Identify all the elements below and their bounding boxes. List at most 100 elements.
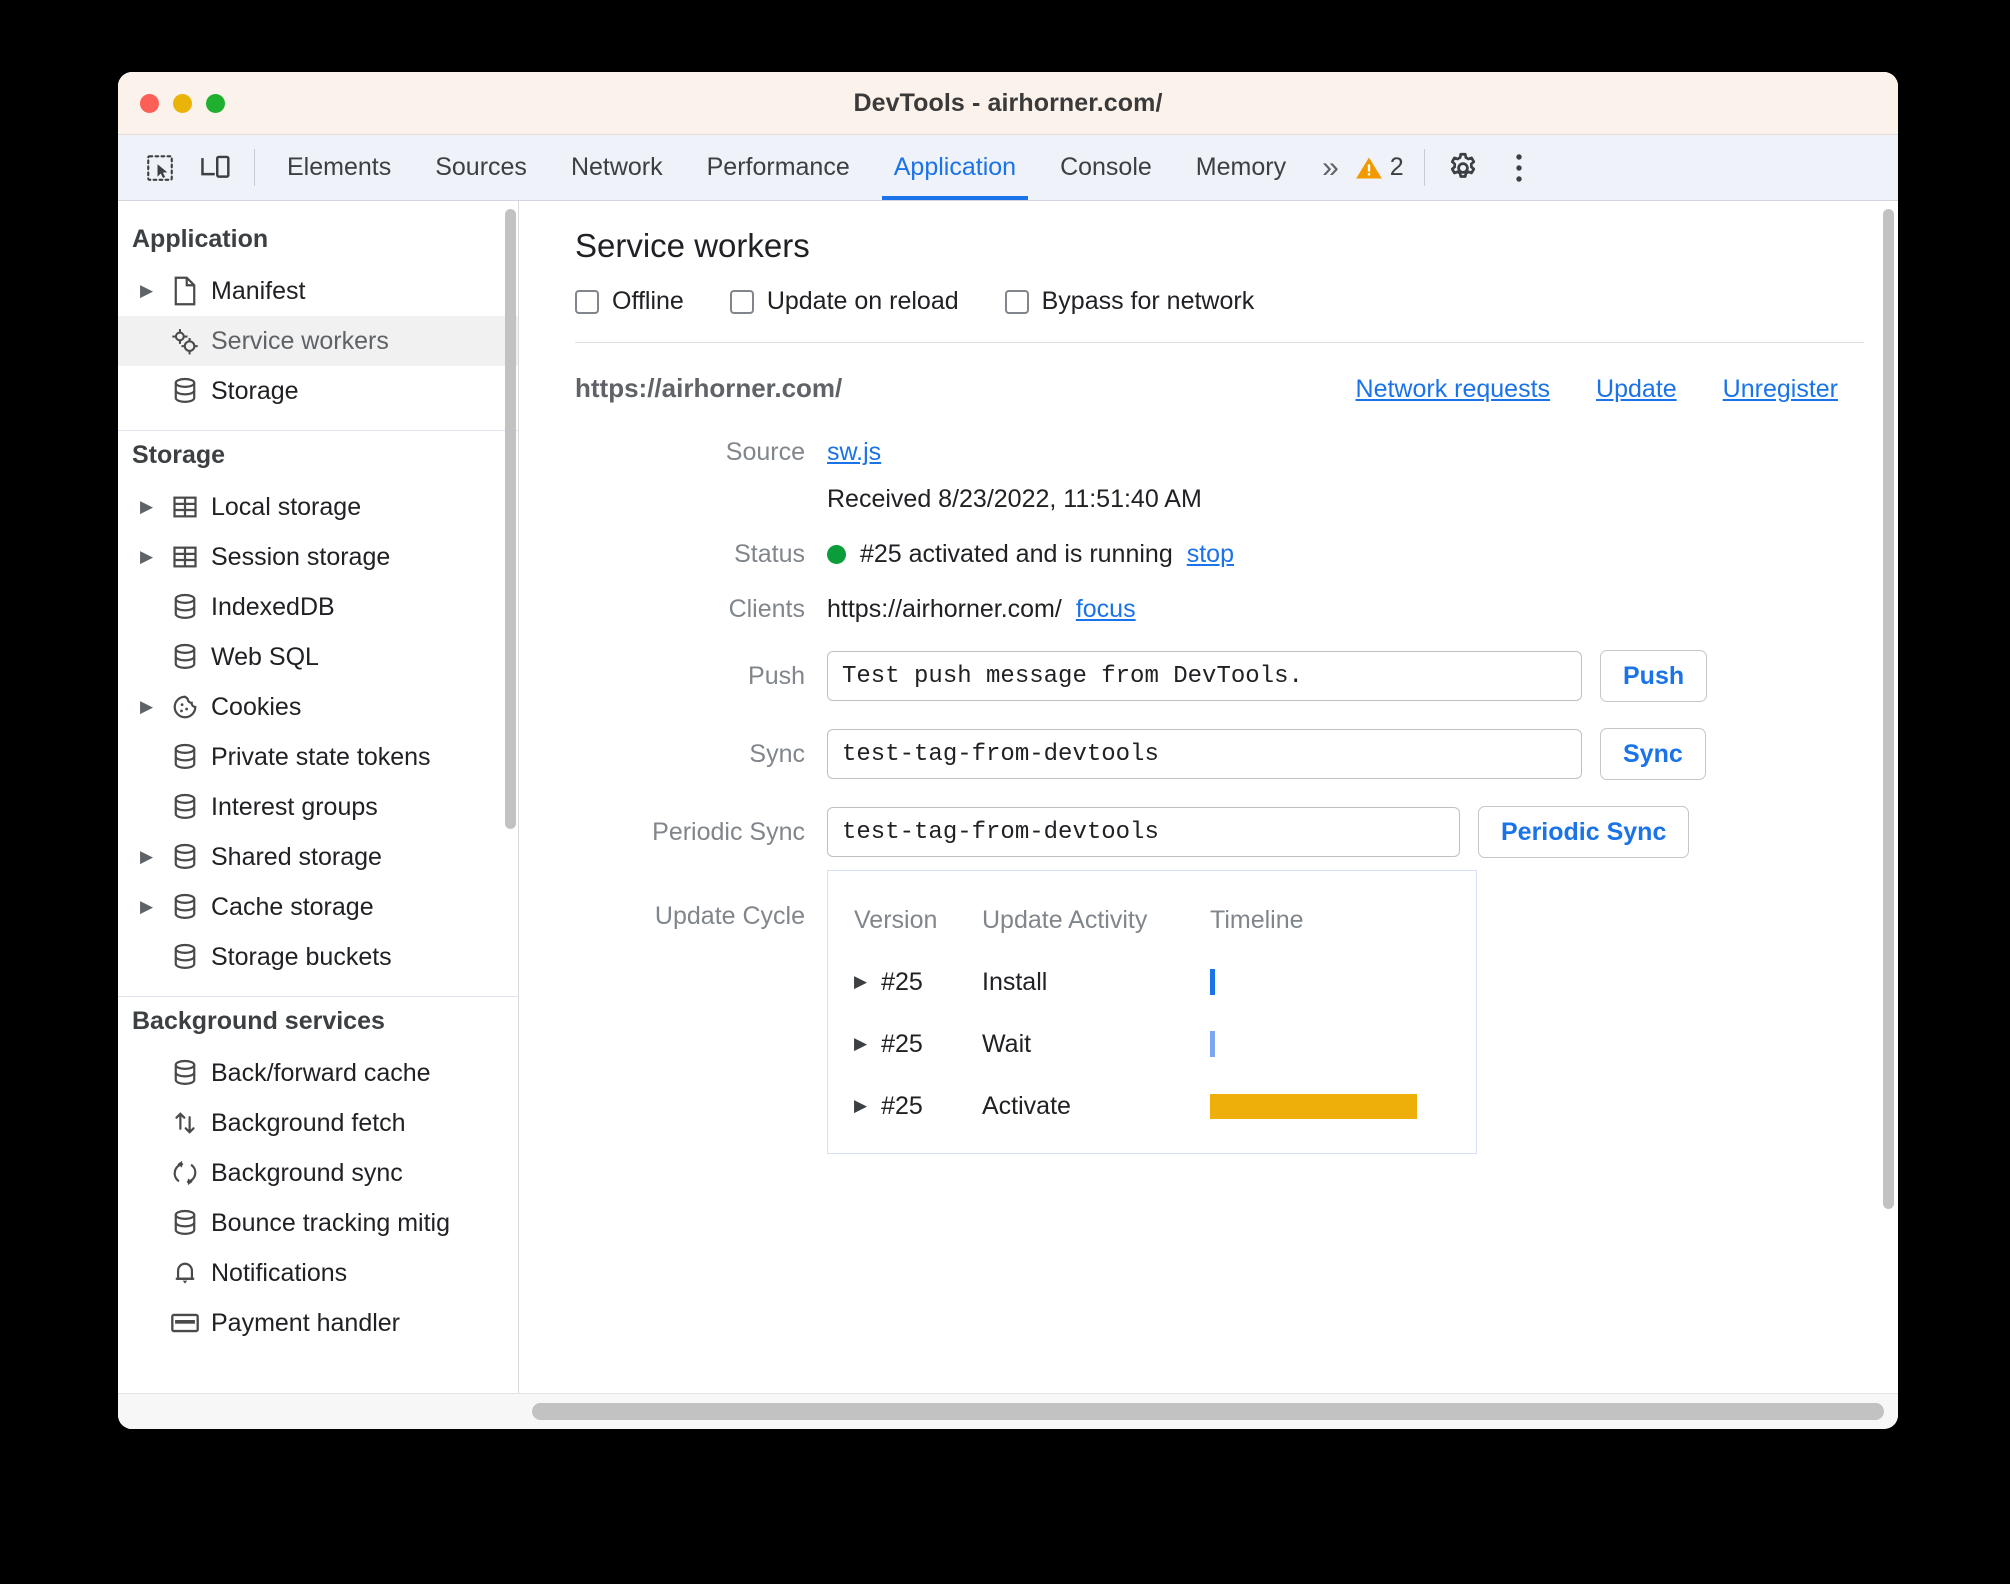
table-row[interactable]: ▶ #25 Wait [828,1013,1476,1075]
tab-application[interactable]: Application [872,135,1038,200]
checkbox-box[interactable] [729,289,754,314]
update-on-reload-checkbox[interactable]: Update on reload [729,287,959,316]
row-timeline [1210,1031,1476,1057]
sidebar-group-header: Application [132,225,269,253]
sidebar-item-notifications[interactable]: Notifications [118,1248,518,1298]
minimize-window-button[interactable] [173,93,192,113]
table-icon [164,543,206,571]
sync-row: Sync Sync [575,728,1898,780]
expand-triangle-icon[interactable]: ▶ [140,281,164,301]
sidebar-item-manifest[interactable]: ▶ Manifest [118,266,518,316]
toolbar-divider [254,149,255,186]
sidebar-item-label: Bounce tracking mitig [211,1208,451,1237]
sidebar-item-label: Storage [211,376,299,405]
expand-triangle-icon[interactable]: ▶ [140,547,164,567]
source-received-text: Received 8/23/2022, 11:51:40 AM [827,485,1202,513]
sidebar-item-storage-buckets[interactable]: Storage buckets [118,932,518,982]
sidebar-item-private-state-tokens[interactable]: Private state tokens [118,732,518,782]
sidebar-item-web-sql[interactable]: Web SQL [118,632,518,682]
tab-performance[interactable]: Performance [685,135,872,200]
sidebar-item-label: Private state tokens [211,742,431,771]
sidebar-item-label: Manifest [211,276,306,305]
update-cycle-table: Version Update Activity Timeline ▶ #25 I… [827,870,1477,1154]
expand-triangle-icon[interactable]: ▶ [140,497,164,517]
document-icon [164,276,206,306]
expand-triangle-icon[interactable]: ▶ [854,1096,867,1116]
main-vertical-scrollbar[interactable] [1883,209,1894,1209]
maximize-window-button[interactable] [206,93,225,113]
card-icon [164,1311,206,1335]
sidebar-item-cookies[interactable]: ▶ Cookies [118,682,518,732]
bypass-for-network-checkbox[interactable]: Bypass for network [1004,287,1254,316]
tab-memory[interactable]: Memory [1174,135,1308,200]
update-link[interactable]: Update [1596,375,1677,404]
sync-button[interactable]: Sync [1600,728,1706,780]
close-window-button[interactable] [140,93,159,113]
tab-label: Application [893,153,1017,181]
sidebar-vertical-scrollbar[interactable] [505,209,516,829]
sidebar-item-cache-storage[interactable]: ▶ Cache storage [118,882,518,932]
horizontal-scrollbar[interactable] [532,1403,1884,1420]
sidebar-item-local-storage[interactable]: ▶ Local storage [118,482,518,532]
clients-label: Clients [728,595,805,623]
tab-elements[interactable]: Elements [265,135,413,200]
expand-triangle-icon[interactable]: ▶ [140,697,164,717]
more-tabs-chevron-icon[interactable]: » [1308,135,1349,200]
sidebar-item-label: Payment handler [211,1308,401,1337]
sidebar-item-storage[interactable]: Storage [118,366,518,416]
offline-checkbox[interactable]: Offline [575,287,684,316]
sync-label: Sync [749,739,805,768]
push-input[interactable] [827,651,1582,701]
row-version: #25 [881,1091,923,1120]
table-row[interactable]: ▶ #25 Install [828,951,1476,1013]
sidebar-item-label: Cookies [211,692,302,721]
stop-link[interactable]: stop [1187,540,1234,569]
sw-scope-row: https://airhorner.com/ Network requests … [575,373,1898,404]
database-icon [164,1208,206,1238]
sidebar-item-interest-groups[interactable]: Interest groups [118,782,518,832]
periodic-sync-input[interactable] [827,807,1460,857]
more-options-icon[interactable] [1491,135,1547,200]
tab-console[interactable]: Console [1038,135,1174,200]
expand-triangle-icon[interactable]: ▶ [854,972,867,992]
periodic-sync-button[interactable]: Periodic Sync [1478,806,1690,858]
source-file-link[interactable]: sw.js [827,438,881,467]
sidebar-item-indexeddb[interactable]: IndexedDB [118,582,518,632]
row-timeline [1210,1093,1476,1119]
table-row[interactable]: ▶ #25 Activate [828,1075,1476,1137]
sidebar-item-service-workers[interactable]: Service workers [118,316,518,366]
tab-sources[interactable]: Sources [413,135,549,200]
sidebar-item-payment-handler[interactable]: Payment handler [118,1298,518,1348]
sync-icon [164,1159,206,1187]
timeline-bar-activate [1210,1093,1417,1119]
warning-indicator[interactable]: 2 [1349,135,1414,200]
push-button[interactable]: Push [1600,650,1708,702]
network-requests-link[interactable]: Network requests [1356,375,1551,404]
update-cycle-section: Update Cycle Version Update Activity Tim… [575,870,1898,1154]
expand-triangle-icon[interactable]: ▶ [854,1034,867,1054]
checkbox-box[interactable] [575,289,599,314]
sidebar-item-bounce-tracking-mitigations[interactable]: Bounce tracking mitig [118,1198,518,1248]
sidebar-item-background-fetch[interactable]: Background fetch [118,1098,518,1148]
expand-triangle-icon[interactable]: ▶ [140,897,164,917]
device-toolbar-icon[interactable] [188,135,244,200]
gear-icon[interactable] [1435,135,1491,200]
expand-triangle-icon[interactable]: ▶ [140,847,164,867]
sidebar-item-background-sync[interactable]: Background sync [118,1148,518,1198]
tab-network[interactable]: Network [549,135,685,200]
tab-label: Elements [287,153,392,181]
push-row: Push Push [575,650,1898,702]
devtools-tabbar: Elements Sources Network Performance App… [118,135,1898,201]
sync-input[interactable] [827,729,1582,779]
database-icon [164,842,206,872]
service-workers-panel: Service workers Offline Update on reload… [519,201,1898,1393]
unregister-link[interactable]: Unregister [1723,375,1838,404]
sidebar-item-shared-storage[interactable]: ▶ Shared storage [118,832,518,882]
inspect-element-icon[interactable] [132,135,188,200]
focus-link[interactable]: focus [1076,595,1136,624]
tab-label: Sources [435,153,527,181]
checkbox-box[interactable] [1004,289,1029,314]
sidebar-item-back-forward-cache[interactable]: Back/forward cache [118,1048,518,1098]
arrows-updown-icon [164,1108,206,1138]
sidebar-item-session-storage[interactable]: ▶ Session storage [118,532,518,582]
